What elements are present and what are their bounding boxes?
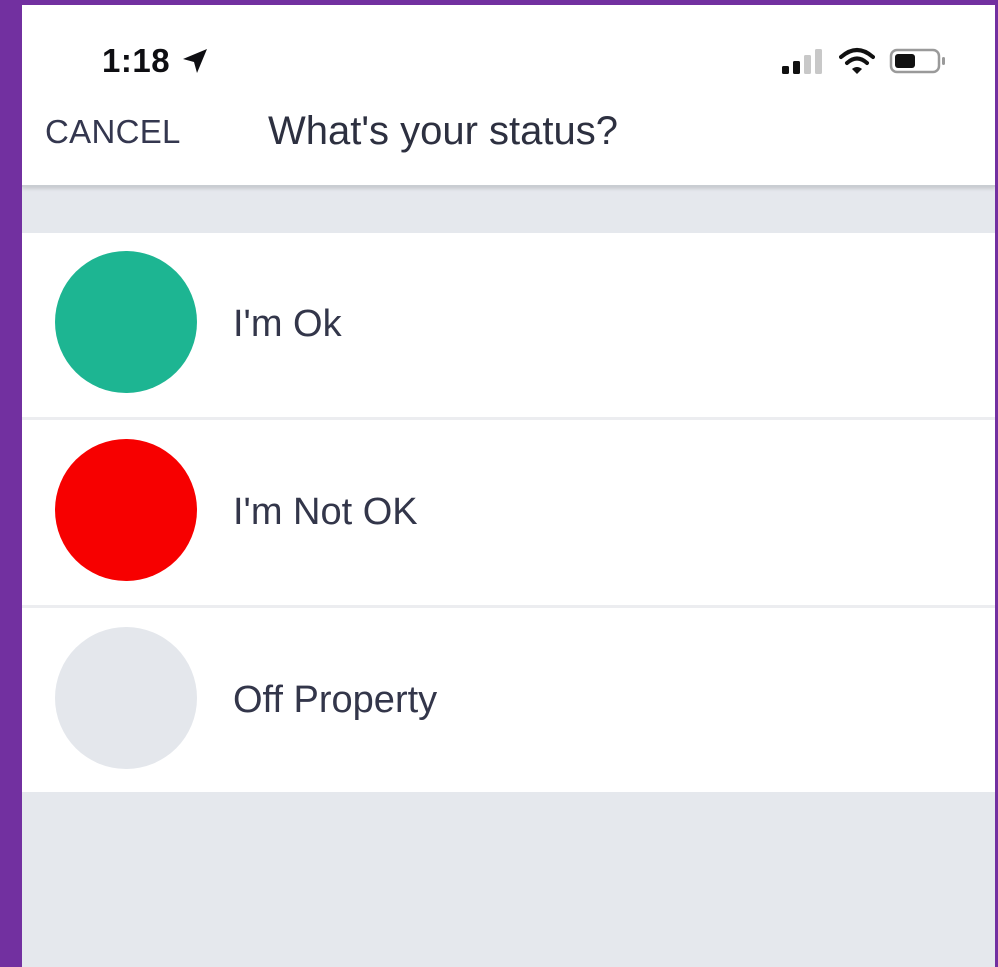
status-off-property-indicator — [55, 627, 197, 769]
app-screen: 1:18 CANCEL What's your status? I'm Ok I… — [22, 5, 995, 967]
status-option-off-property[interactable]: Off Property — [22, 609, 995, 792]
row-divider — [22, 417, 995, 420]
cancel-button[interactable]: CANCEL — [45, 109, 181, 155]
status-option-ok[interactable]: I'm Ok — [22, 233, 995, 416]
status-ok-indicator — [55, 251, 197, 393]
wifi-icon — [839, 48, 875, 74]
page-title: What's your status? — [268, 109, 618, 153]
status-bar-icons — [781, 43, 947, 79]
status-options-list: I'm Ok I'm Not OK Off Property — [22, 233, 995, 792]
status-not-ok-indicator — [55, 439, 197, 581]
location-arrow-icon — [183, 49, 208, 73]
status-option-label: Off Property — [233, 679, 438, 721]
status-option-label: I'm Not OK — [233, 491, 418, 533]
battery-icon — [889, 48, 945, 74]
status-option-not-ok[interactable]: I'm Not OK — [22, 421, 995, 604]
status-bar-clock: 1:18 — [102, 41, 210, 81]
signal-bars-icon — [782, 49, 822, 74]
status-option-label: I'm Ok — [233, 303, 342, 345]
row-divider — [22, 605, 995, 608]
navigation-header: 1:18 CANCEL What's your status? — [22, 5, 995, 187]
status-time-text: 1:18 — [102, 42, 171, 79]
